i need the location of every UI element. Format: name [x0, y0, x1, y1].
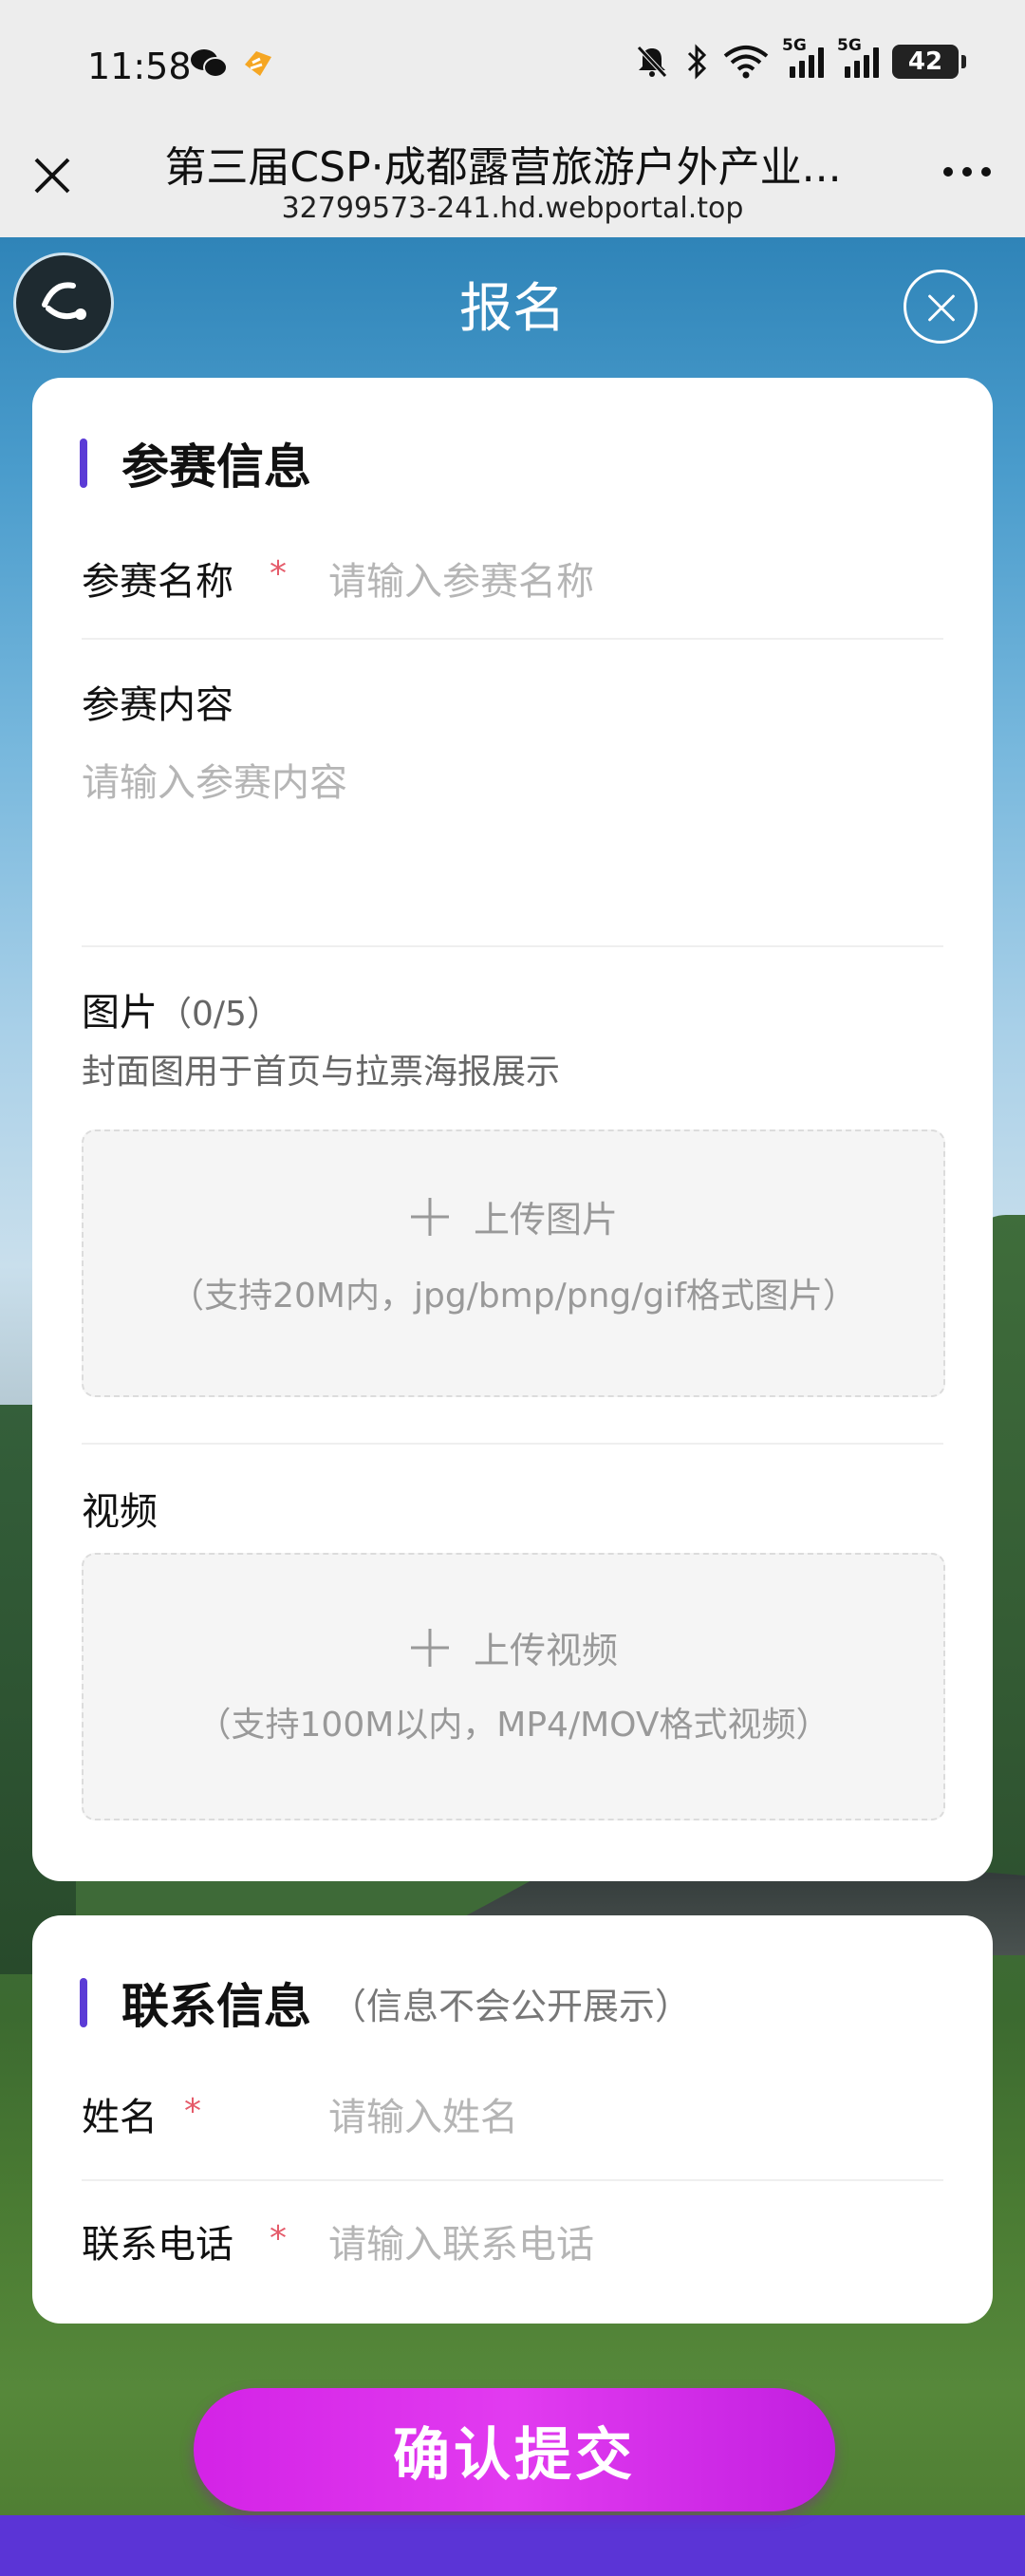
divider — [82, 1443, 943, 1445]
section-note: （信息不会公开展示） — [330, 1985, 692, 2027]
bluetooth-icon — [687, 44, 707, 80]
status-right-icons: 5G 5G 42 — [634, 36, 966, 80]
more-menu-icon[interactable] — [943, 167, 991, 177]
image-label: 图片（0/5） — [82, 981, 281, 1036]
divider — [82, 945, 943, 947]
plus-icon — [410, 1197, 449, 1236]
video-upload-row: 上传视频 — [84, 1621, 943, 1673]
page-url: 32799573-241.hd.webportal.top — [281, 192, 744, 225]
image-upload-label: 上传图片 — [473, 1199, 618, 1241]
entry-name-label: 参赛名称 — [82, 560, 233, 604]
section-header: 参赛信息 — [80, 429, 311, 497]
section-header: 联系信息 （信息不会公开展示） — [80, 1969, 691, 2037]
divider — [82, 2179, 943, 2181]
entry-info-card: 参赛信息 参赛名称 * 请输入参赛名称 参赛内容 请输入参赛内容 图片（0/5）… — [32, 378, 993, 1881]
cellular-signal-icon: 5G — [782, 36, 824, 78]
wifi-icon — [723, 46, 769, 79]
required-mark: * — [270, 2219, 287, 2258]
video-upload-label: 上传视频 — [473, 1630, 618, 1671]
video-upload-area[interactable]: 上传视频 （支持100M以内，MP4/MOV格式视频） — [82, 1553, 945, 1820]
required-mark: * — [184, 2092, 201, 2131]
divider — [82, 638, 943, 640]
plus-icon — [410, 1628, 449, 1667]
contact-phone-input[interactable]: 请输入联系电话 — [328, 2213, 594, 2268]
contact-phone-label: 联系电话 — [82, 2223, 233, 2267]
section-title: 联系信息 — [121, 1979, 311, 2034]
browser-header: 第三届CSP·成都露营旅游户外产业... 32799573-241.hd.web… — [0, 133, 1025, 237]
wechat-icon — [191, 49, 228, 78]
contact-info-card: 联系信息 （信息不会公开展示） 姓名 * 请输入姓名 联系电话 * 请输入联系电… — [32, 1915, 993, 2324]
image-label-text: 图片 — [82, 991, 158, 1035]
contact-name-label: 姓名 — [82, 2096, 158, 2139]
image-count: （0/5） — [158, 995, 281, 1034]
cellular-signal-2-icon: 5G — [837, 36, 879, 78]
bottom-bar — [0, 2515, 1025, 2576]
status-time: 11:58 — [87, 46, 192, 87]
video-upload-hint: （支持100M以内，MP4/MOV格式视频） — [196, 1706, 830, 1745]
page-title: 第三届CSP·成都露营旅游户外产业... — [164, 143, 842, 192]
submit-button[interactable]: 确认提交 — [194, 2388, 835, 2511]
contact-name-input[interactable]: 请输入姓名 — [328, 2086, 518, 2141]
close-form-button[interactable] — [904, 270, 978, 344]
battery-indicator: 42 — [892, 45, 966, 79]
image-description: 封面图用于首页与拉票海报展示 — [82, 1053, 561, 1092]
entry-content-textarea[interactable]: 请输入参赛内容 — [82, 752, 943, 923]
section-accent-bar — [80, 1978, 87, 2027]
image-upload-row: 上传图片 — [84, 1190, 943, 1242]
video-label: 视频 — [82, 1490, 158, 1534]
entry-content-label: 参赛内容 — [82, 683, 233, 727]
close-icon[interactable] — [30, 154, 74, 197]
form-title: 报名 — [459, 278, 566, 340]
status-left-icons — [190, 47, 275, 80]
required-mark: * — [270, 554, 287, 593]
app-notification-icon — [245, 51, 271, 76]
section-title: 参赛信息 — [121, 439, 311, 495]
image-upload-area[interactable]: 上传图片 （支持20M内，jpg/bmp/png/gif格式图片） — [82, 1129, 945, 1397]
image-upload-hint: （支持20M内，jpg/bmp/png/gif格式图片） — [170, 1277, 857, 1316]
section-accent-bar — [80, 439, 87, 488]
entry-name-input[interactable]: 请输入参赛名称 — [328, 551, 594, 606]
status-bar: 11:58 5G 5G 42 — [0, 0, 1025, 133]
mute-bell-icon — [637, 46, 667, 78]
